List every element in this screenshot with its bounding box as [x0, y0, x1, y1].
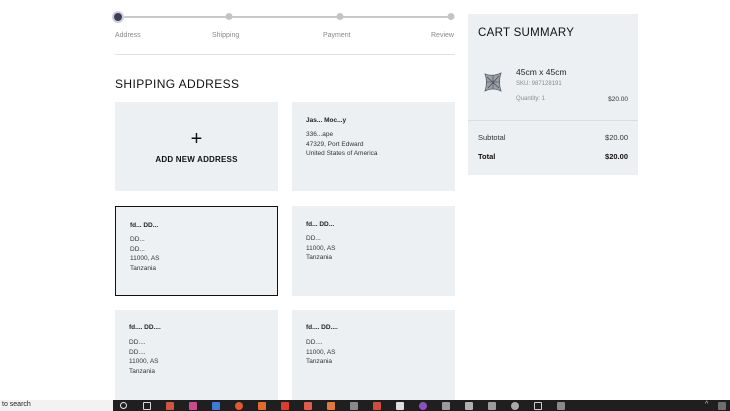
address-name: fd... DD... [130, 222, 159, 229]
address-line: 47329, Port Edward [306, 140, 364, 148]
address-line: 336...ape [306, 131, 334, 138]
product-quantity: Quantity: 1 [516, 96, 546, 102]
address-line: Tanzania [306, 254, 333, 262]
tray-chevron-icon[interactable]: ^ [705, 401, 708, 408]
checkout-stepper: Address Shipping Payment Review [114, 12, 455, 42]
address-name: fd.... DD.... [306, 324, 338, 331]
address-line: DD.... [129, 339, 146, 346]
address-line: 11000, AS [306, 348, 336, 356]
cortana-icon[interactable] [120, 402, 127, 409]
address-name: fd.... DD.... [129, 324, 161, 331]
address-line: 11000, AS [130, 255, 160, 263]
product-price: $20.00 [608, 96, 628, 103]
chrome-icon[interactable] [235, 402, 243, 410]
address-card-selected[interactable]: fd... DD... DD... DD... 11000, AS Tanzan… [115, 206, 278, 296]
address-name: Jas... Moc...y [306, 117, 347, 124]
step-dot-review[interactable] [447, 13, 455, 20]
app-icon-12[interactable] [511, 402, 519, 410]
step-label-payment[interactable]: Payment [323, 32, 351, 39]
address-line: 11000, AS [129, 358, 159, 366]
summary-divider [468, 120, 638, 121]
task-view-icon[interactable] [143, 402, 151, 410]
total-label: Total [478, 152, 496, 161]
address-lines: DD... 11000, AS Tanzania [306, 234, 336, 263]
address-line: Tanzania [306, 358, 333, 366]
cushion-product-image[interactable] [483, 71, 503, 93]
taskbar-search-text: to search [2, 401, 31, 408]
address-card[interactable]: Jas... Moc...y 336...ape 47329, Port Edw… [292, 102, 455, 191]
tray-network-icon[interactable] [718, 402, 726, 410]
step-dot-shipping[interactable] [225, 13, 233, 20]
app-icon-3[interactable] [281, 402, 289, 410]
address-line: DD.... [129, 348, 146, 356]
product-sku: SKU: 987128191 [516, 81, 562, 87]
vscode-icon[interactable] [212, 402, 220, 410]
os-taskbar: to search ^ [0, 400, 730, 411]
address-line: DD.... [306, 339, 323, 346]
address-line: Tanzania [130, 264, 157, 272]
app-icon-8[interactable] [419, 402, 427, 410]
address-lines: DD.... 11000, AS Tanzania [306, 338, 336, 367]
address-card[interactable]: fd.... DD.... DD.... DD.... 11000, AS Ta… [115, 310, 278, 400]
address-line: Tanzania [129, 367, 156, 375]
address-card[interactable]: fd.... DD.... DD.... 11000, AS Tanzania [292, 310, 455, 400]
app-icon-14[interactable] [557, 402, 565, 410]
brave-icon[interactable] [258, 402, 266, 410]
address-lines: 336...ape 47329, Port Edward United Stat… [306, 130, 378, 159]
stepper-track [118, 16, 452, 18]
address-line: United States of America [306, 150, 378, 158]
address-line: DD... [130, 245, 145, 253]
plus-icon: + [190, 128, 203, 150]
subtotal-label: Subtotal [478, 133, 506, 142]
stepper-divider [115, 54, 455, 55]
app-icon-7[interactable] [373, 402, 381, 410]
app-icon-11[interactable] [488, 402, 496, 410]
shipping-address-title: SHIPPING ADDRESS [115, 77, 240, 91]
address-card[interactable]: fd... DD... DD... 11000, AS Tanzania [292, 206, 455, 296]
taskbar-search-box[interactable]: to search [0, 400, 113, 411]
app-icon-9[interactable] [442, 402, 450, 410]
total-value: $20.00 [605, 152, 628, 161]
app-icon-10[interactable] [465, 402, 473, 410]
step-dot-payment[interactable] [336, 13, 344, 20]
step-label-review[interactable]: Review [431, 32, 454, 39]
address-lines: DD.... DD.... 11000, AS Tanzania [129, 338, 159, 376]
address-line: DD... [306, 235, 321, 242]
add-new-address-card[interactable]: + ADD NEW ADDRESS [115, 102, 278, 191]
step-dot-address[interactable] [114, 13, 122, 21]
app-icon-5[interactable] [327, 402, 335, 410]
cart-summary-panel: CART SUMMARY 45cm x 45cm SKU: 987128191 … [468, 14, 638, 175]
product-name[interactable]: 45cm x 45cm [516, 67, 567, 77]
step-label-shipping[interactable]: Shipping [212, 32, 239, 39]
address-name: fd... DD... [306, 221, 335, 228]
address-lines: DD... DD... 11000, AS Tanzania [130, 235, 160, 273]
app-icon-1[interactable] [166, 402, 174, 410]
subtotal-value: $20.00 [605, 133, 628, 142]
app-icon-6[interactable] [350, 402, 358, 410]
step-label-address[interactable]: Address [115, 32, 141, 39]
address-line: DD... [130, 236, 145, 243]
add-new-address-label: ADD NEW ADDRESS [155, 155, 238, 164]
app-icon-2[interactable] [189, 402, 197, 410]
address-line: 11000, AS [306, 244, 336, 252]
notion-icon[interactable] [396, 402, 404, 410]
app-icon-13[interactable] [534, 402, 542, 410]
cart-summary-title: CART SUMMARY [478, 27, 575, 39]
app-icon-4[interactable] [304, 402, 312, 410]
